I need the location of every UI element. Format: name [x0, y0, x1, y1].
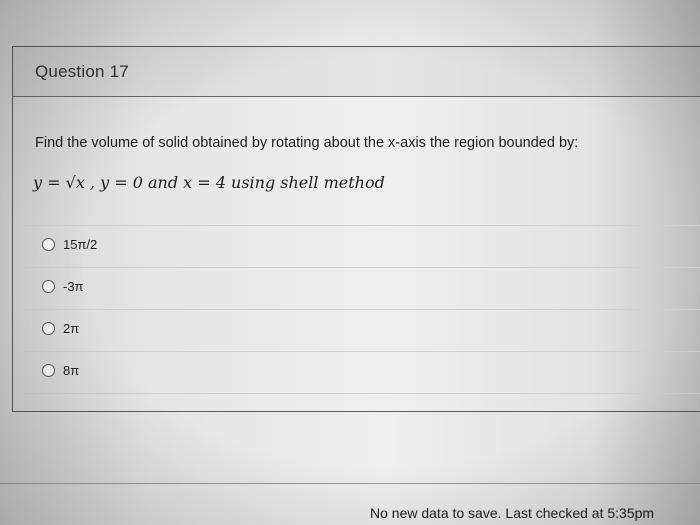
answer-option-label: 2π: [63, 321, 80, 336]
save-status-text: No new data to save. Last checked at 5:3…: [370, 505, 655, 521]
answer-option-label: 8π: [63, 363, 80, 378]
answer-option-label: 15π/2: [63, 237, 98, 252]
answer-options: 15π/2 -3π 2π 8π: [23, 225, 700, 394]
question-header: Question 17: [13, 47, 700, 97]
answer-option-1[interactable]: 15π/2: [23, 225, 700, 267]
radio-button[interactable]: [42, 238, 55, 251]
question-prompt: Find the volume of solid obtained by rot…: [35, 135, 579, 151]
radio-button[interactable]: [42, 364, 55, 377]
radio-button[interactable]: [42, 280, 55, 293]
answer-option-2[interactable]: -3π: [23, 267, 700, 309]
footer-divider: [0, 483, 700, 484]
answer-option-3[interactable]: 2π: [23, 309, 700, 351]
answer-option-label: -3π: [63, 279, 84, 294]
answer-option-4[interactable]: 8π: [23, 351, 700, 394]
question-formula: y = √x , y = 0 and x = 4 using shell met…: [33, 173, 385, 192]
question-title: Question 17: [35, 62, 129, 81]
question-card: Question 17 Find the volume of solid obt…: [12, 46, 700, 412]
radio-button[interactable]: [42, 322, 55, 335]
